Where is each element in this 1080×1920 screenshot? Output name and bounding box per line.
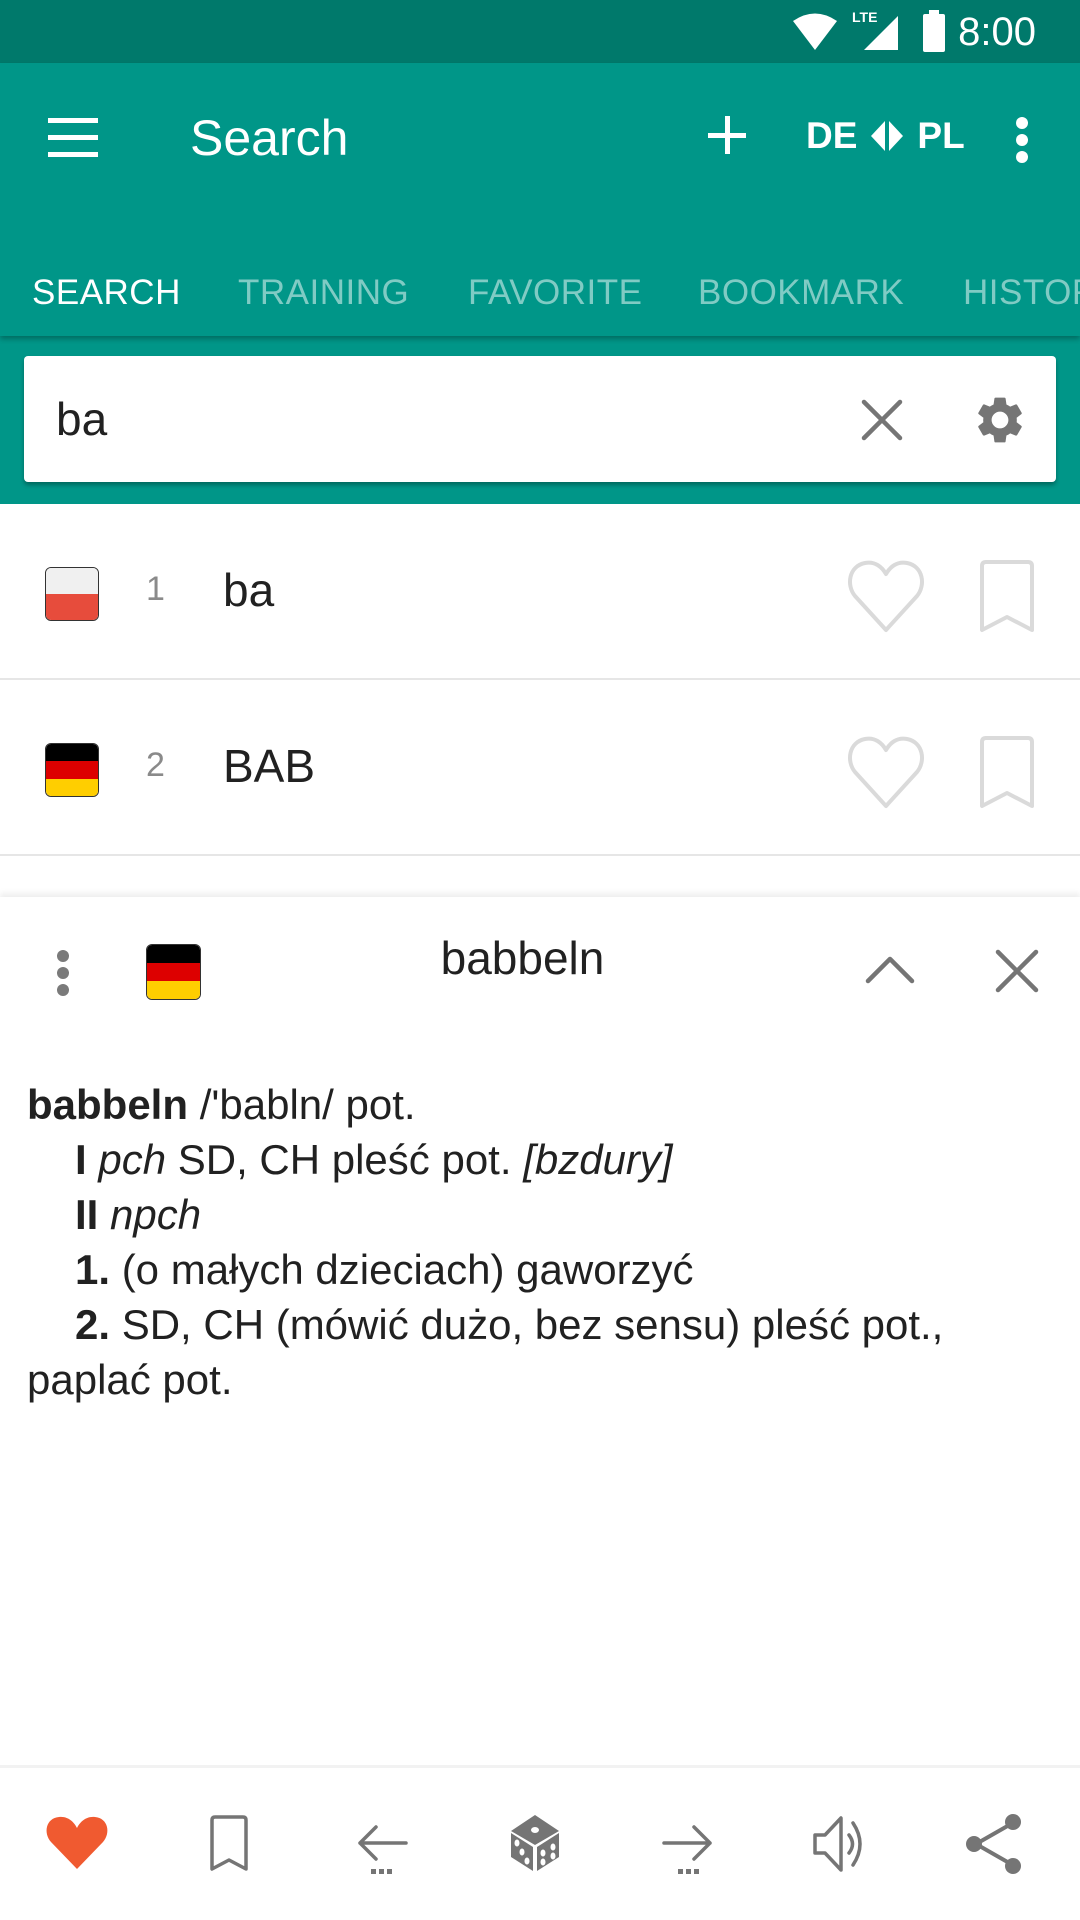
sense-1: I pch SD, CH pleść pot. [bzdury] (27, 1132, 1057, 1187)
bookmark-toggle[interactable] (976, 558, 1038, 634)
definition-headline: babbeln /'babln/ pot. (27, 1077, 1057, 1132)
search-settings-button[interactable] (970, 392, 1030, 448)
tab-bar: SEARCH TRAINING FAVORITE BOOKMARK HISTOR… (0, 253, 1080, 336)
tab-bookmark[interactable]: BOOKMARK (698, 273, 904, 313)
hamburger-line (48, 135, 98, 140)
app-bar: Search DE PL SEARCH TRAINING FAVORITE BO… (0, 63, 1080, 336)
dot (57, 984, 69, 996)
bookmark-outline-icon (980, 560, 1034, 632)
heart-outline-icon (848, 560, 924, 632)
lte-signal-icon: LTE (852, 9, 898, 50)
bookmark-button[interactable] (189, 1803, 269, 1887)
close-icon (861, 399, 903, 441)
target-language: PL (917, 115, 965, 156)
dot (57, 967, 69, 979)
heart-filled-icon (46, 1816, 108, 1869)
chevron-up-icon (865, 956, 915, 984)
close-detail-button[interactable] (990, 943, 1044, 997)
page-title: Search (190, 110, 349, 166)
close-icon (995, 949, 1039, 993)
detail-panel: babbeln babbeln /'babln/ pot. I pch SD, … (0, 897, 1080, 1765)
previous-word-button[interactable] (342, 1803, 422, 1887)
sense-note: [bzdury] (523, 1136, 673, 1183)
clear-search-button[interactable] (854, 392, 910, 448)
bookmark-toggle[interactable] (976, 734, 1038, 810)
search-input[interactable] (56, 384, 816, 454)
poland-flag-icon (45, 567, 99, 621)
add-button[interactable] (700, 107, 756, 163)
collapse-button[interactable] (860, 941, 920, 997)
subsense-1: 1. (o małych dzieciach) gaworzyć (27, 1242, 1057, 1297)
grammar-label: pch (98, 1136, 167, 1183)
result-index: 2 (146, 746, 165, 784)
tab-training[interactable]: TRAINING (238, 273, 409, 313)
bottom-action-bar (0, 1765, 1080, 1920)
status-bar: LTE 8:00 (0, 0, 1080, 63)
clock: 8:00 (958, 10, 1036, 54)
subsense-2: 2. SD, CH (mówić dużo, bez sensu) pleść … (27, 1297, 1057, 1352)
subsense-number: 1. (75, 1246, 111, 1293)
result-row[interactable]: 2 BAB (0, 680, 1080, 856)
headword: babbeln (27, 1081, 189, 1128)
results-list: 1 ba 2 BAB (0, 504, 1080, 894)
dot (1016, 151, 1028, 163)
result-row[interactable]: 1 ba (0, 504, 1080, 680)
favorite-toggle[interactable] (846, 558, 926, 634)
dice-icon (511, 1815, 559, 1871)
tab-favorite[interactable]: FAVORITE (468, 273, 643, 313)
pronounce-button[interactable] (801, 1803, 881, 1887)
swap-arrows-icon (871, 121, 904, 151)
sense-number: II (75, 1191, 99, 1238)
grammar-label: npch (110, 1191, 202, 1238)
favorite-toggle[interactable] (846, 734, 926, 810)
search-area (0, 336, 1080, 504)
bookmark-outline-icon (980, 736, 1034, 808)
dot (1016, 134, 1028, 146)
result-row-partial[interactable] (0, 856, 1080, 894)
bookmark-icon (210, 1815, 248, 1871)
sense-text: SD, CH pleść pot. (166, 1136, 524, 1183)
battery-icon (923, 10, 945, 52)
subsense-number: 2. (75, 1301, 111, 1348)
arrow-forward-icon (662, 1825, 712, 1874)
result-word: ba (223, 564, 275, 616)
wifi-icon (793, 13, 837, 50)
germany-flag-icon (45, 743, 99, 797)
more-vert-icon (1016, 117, 1028, 129)
more-vert-icon (57, 950, 69, 962)
subsense-text: (o małych dzieciach) gaworzyć (110, 1246, 694, 1293)
gear-icon (978, 397, 1022, 443)
subsense-2-continued: paplać pot. (27, 1356, 233, 1403)
lte-label: LTE (852, 9, 877, 25)
favorite-button[interactable] (37, 1803, 117, 1887)
overflow-menu-button[interactable] (1000, 107, 1044, 173)
germany-flag-icon (146, 944, 201, 1000)
hamburger-line (48, 152, 98, 157)
share-button[interactable] (955, 1803, 1035, 1887)
sense-number: I (75, 1136, 87, 1183)
share-icon (966, 1814, 1021, 1874)
result-word: BAB (223, 740, 316, 792)
search-box (24, 356, 1056, 482)
hamburger-menu-icon (48, 118, 98, 123)
tab-search[interactable]: SEARCH (32, 273, 181, 313)
definition-text: babbeln /'babln/ pot. I pch SD, CH pleść… (27, 1077, 1057, 1407)
next-word-button[interactable] (648, 1803, 728, 1887)
sense-2: II npch (27, 1187, 1057, 1242)
arrow-back-icon (358, 1825, 408, 1874)
menu-button[interactable] (40, 107, 106, 173)
detail-menu-button[interactable] (44, 943, 84, 1003)
source-language: DE (806, 115, 858, 156)
result-index: 1 (146, 570, 165, 608)
detail-title: babbeln (440, 932, 605, 984)
pronunciation: /'babln/ pot. (199, 1081, 416, 1128)
heart-outline-icon (848, 736, 924, 808)
language-swap-button[interactable]: DE PL (806, 111, 965, 161)
speaker-icon (813, 1816, 862, 1872)
random-word-button[interactable] (495, 1803, 575, 1887)
tab-history[interactable]: HISTORY (963, 273, 1080, 313)
subsense-text: SD, CH (mówić dużo, bez sensu) pleść pot… (110, 1301, 944, 1348)
